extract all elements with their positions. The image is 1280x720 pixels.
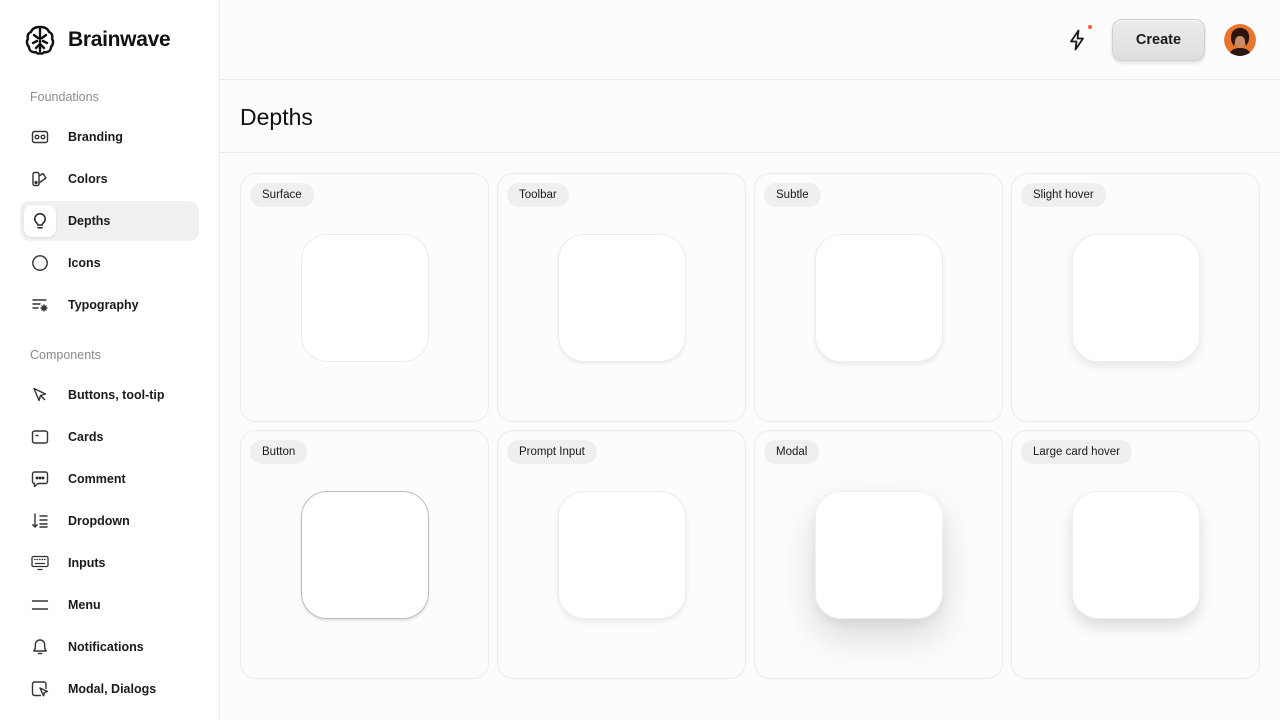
window-cursor-icon — [24, 673, 56, 705]
sidebar-item-label: Typography — [68, 298, 139, 312]
bolt-icon[interactable] — [1066, 28, 1088, 52]
sidebar-item-inputs[interactable]: Inputs — [20, 543, 199, 583]
sidebar-item-label: Menu — [68, 598, 101, 612]
notification-dot — [1088, 25, 1092, 29]
sidebar-item-label: Depths — [68, 214, 111, 228]
depth-label: Surface — [250, 183, 314, 207]
sidebar-item-notifications[interactable]: Notifications — [20, 627, 199, 667]
avatar[interactable] — [1224, 24, 1256, 56]
depth-label: Modal — [764, 440, 820, 464]
depth-label: Slight hover — [1021, 183, 1106, 207]
sidebar-item-label: Dropdown — [68, 514, 130, 528]
depth-card-button: Button — [240, 430, 489, 679]
sort-list-icon — [24, 505, 56, 537]
depth-card-subtle: Subtle — [754, 173, 1003, 422]
menu-icon — [24, 589, 56, 621]
depth-card-slight-hover: Slight hover — [1011, 173, 1260, 422]
sidebar-item-label: Inputs — [68, 556, 106, 570]
depth-label: Button — [250, 440, 308, 464]
depth-swatch — [815, 491, 943, 619]
depth-swatch — [301, 234, 429, 362]
sidebar-item-menu[interactable]: Menu — [20, 585, 199, 625]
depth-card-toolbar: Toolbar — [497, 173, 746, 422]
sidebar-item-label: Notifications — [68, 640, 144, 654]
sidebar-item-label: Icons — [68, 256, 101, 270]
top-header: Create — [220, 0, 1280, 80]
depth-swatch — [815, 234, 943, 362]
depth-card-surface: Surface — [240, 173, 489, 422]
sidebar-item-label: Modal, Dialogs — [68, 682, 157, 696]
sidebar-item-dropdown[interactable]: Dropdown — [20, 501, 199, 541]
brand-name: Brainwave — [68, 28, 171, 51]
sidebar-item-icons[interactable]: Icons — [20, 243, 199, 283]
depth-label: Subtle — [764, 183, 821, 207]
depth-card-modal: Modal — [754, 430, 1003, 679]
depth-label: Prompt Input — [507, 440, 597, 464]
palette-icon — [24, 163, 56, 195]
depth-swatch — [301, 491, 429, 619]
sidebar-item-buttons[interactable]: Buttons, tool-tip — [20, 375, 199, 415]
lightbulb-icon — [24, 205, 56, 237]
bell-icon — [24, 631, 56, 663]
keyboard-icon — [24, 547, 56, 579]
sidebar-item-depths[interactable]: Depths — [20, 201, 199, 241]
brain-logo-icon — [25, 25, 55, 55]
depth-label: Toolbar — [507, 183, 569, 207]
brand[interactable]: Brainwave — [24, 24, 171, 56]
depth-card-prompt-input: Prompt Input — [497, 430, 746, 679]
text-sparkle-icon — [24, 289, 56, 321]
depth-swatch — [558, 491, 686, 619]
circle-icon — [24, 247, 56, 279]
depth-card-large-card-hover: Large card hover — [1011, 430, 1260, 679]
section-label-components: Components — [30, 348, 101, 362]
sidebar-item-label: Branding — [68, 130, 123, 144]
sidebar-item-colors[interactable]: Colors — [20, 159, 199, 199]
sidebar-item-label: Colors — [68, 172, 108, 186]
sidebar-item-branding[interactable]: Branding — [20, 117, 199, 157]
sidebar-item-modal[interactable]: Modal, Dialogs — [20, 669, 199, 709]
sidebar-item-comment[interactable]: Comment — [20, 459, 199, 499]
sidebar-item-cards[interactable]: Cards — [20, 417, 199, 457]
sidebar: Brainwave Foundations Branding Colors De… — [0, 0, 220, 720]
cursor-icon — [24, 379, 56, 411]
depth-swatch — [1072, 491, 1200, 619]
sidebar-item-label: Comment — [68, 472, 126, 486]
depth-swatch — [558, 234, 686, 362]
card-icon — [24, 421, 56, 453]
create-button[interactable]: Create — [1112, 19, 1205, 61]
page-title-bar: Depths — [220, 80, 1280, 153]
sidebar-item-typography[interactable]: Typography — [20, 285, 199, 325]
section-label-foundations: Foundations — [30, 90, 99, 104]
depth-swatch — [1072, 234, 1200, 362]
page-title: Depths — [240, 104, 313, 130]
chat-bubble-icon — [24, 463, 56, 495]
id-card-icon — [24, 121, 56, 153]
sidebar-item-label: Buttons, tool-tip — [68, 388, 165, 402]
sidebar-item-label: Cards — [68, 430, 104, 444]
depth-label: Large card hover — [1021, 440, 1132, 464]
